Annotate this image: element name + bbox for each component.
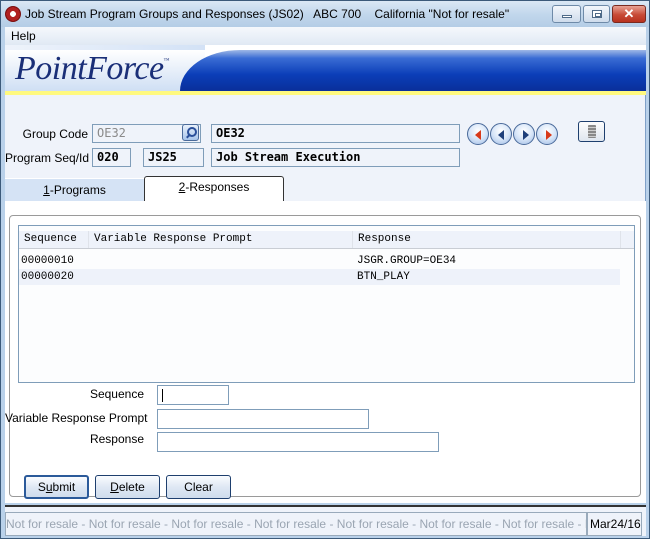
cell-sequence: 00000010	[21, 255, 74, 267]
pointforce-logo: PointForce™	[15, 50, 170, 88]
tab-responses[interactable]: 2-Responses	[144, 176, 284, 201]
tab-strip: 1-Programs 2-Responses	[5, 176, 646, 202]
maximize-button[interactable]	[583, 5, 610, 23]
cell-response: BTN_PLAY	[357, 271, 410, 283]
menu-bar: Help	[5, 27, 646, 45]
status-bar: Not for resale - Not for resale - Not fo…	[5, 505, 646, 536]
calculator-button[interactable]	[578, 121, 605, 142]
delete-label-post: elete	[118, 480, 145, 494]
cell-response: JSGR.GROUP=OE34	[357, 255, 457, 267]
submit-label-pre: S	[37, 480, 46, 494]
status-date: Mar24/16	[587, 512, 642, 536]
program-description: Job Stream Execution	[211, 148, 460, 167]
response-input[interactable]	[157, 432, 439, 452]
next-icon	[523, 130, 529, 140]
next-record-button[interactable]	[513, 123, 535, 145]
text-caret	[162, 389, 163, 402]
tab-programs-label: -Programs	[49, 183, 106, 197]
menu-help[interactable]: Help	[11, 29, 36, 43]
group-code-description: OE32	[211, 124, 460, 143]
last-record-button[interactable]	[536, 123, 558, 145]
tab-programs[interactable]: 1-Programs	[5, 178, 144, 202]
app-icon	[5, 6, 21, 22]
delete-button[interactable]: Delete	[95, 475, 160, 499]
brand-banner: PointForce™	[5, 45, 646, 95]
main-content: Group Code OE32 OE32 Program Seq/Id 020 …	[5, 95, 646, 503]
sequence-label: Sequence	[89, 387, 144, 401]
responses-grid[interactable]: Sequence Variable Response Prompt Respon…	[18, 225, 635, 383]
responses-panel: Sequence Variable Response Prompt Respon…	[5, 201, 646, 503]
banner-blue-swoosh	[180, 50, 646, 91]
first-record-button[interactable]	[467, 123, 489, 145]
lookup-search-icon[interactable]	[182, 124, 199, 141]
close-icon: ✕	[623, 6, 635, 21]
tab-programs-hotkey: 1	[43, 183, 50, 197]
clear-label: Clear	[184, 480, 213, 494]
logo-trademark: ™	[163, 58, 170, 64]
grid-header: Sequence Variable Response Prompt Respon…	[19, 231, 634, 249]
maximize-icon	[592, 10, 602, 18]
variable-response-prompt-label: Variable Response Prompt	[5, 411, 148, 425]
group-code-label: Group Code	[22, 127, 88, 141]
column-header-prompt[interactable]: Variable Response Prompt	[89, 231, 353, 248]
column-header-sequence[interactable]: Sequence	[19, 231, 89, 248]
table-row[interactable]: 00000020 BTN_PLAY	[19, 269, 620, 285]
delete-hotkey: D	[110, 480, 119, 494]
submit-label-post: bmit	[52, 480, 76, 494]
sequence-input[interactable]	[157, 385, 229, 405]
submit-button[interactable]: Submit	[24, 475, 89, 499]
tab-responses-label: -Responses	[185, 180, 250, 194]
program-seq-field[interactable]: 020	[92, 148, 131, 167]
cell-sequence: 00000020	[21, 271, 74, 283]
variable-response-prompt-input[interactable]	[157, 409, 369, 429]
previous-icon	[498, 130, 504, 140]
clear-button[interactable]: Clear	[166, 475, 231, 499]
first-icon	[475, 130, 481, 140]
close-button[interactable]: ✕	[612, 5, 646, 23]
previous-record-button[interactable]	[490, 123, 512, 145]
program-id-field[interactable]: JS25	[143, 148, 204, 167]
last-icon	[546, 130, 552, 140]
response-label: Response	[89, 432, 144, 446]
status-message: Not for resale - Not for resale - Not fo…	[5, 512, 587, 536]
window-title: Job Stream Program Groups and Responses …	[25, 7, 510, 21]
program-seq-id-label: Program Seq/Id	[5, 151, 90, 165]
table-row[interactable]: 00000010 JSGR.GROUP=OE34	[19, 253, 620, 269]
column-header-response[interactable]: Response	[353, 231, 621, 248]
minimize-icon	[562, 15, 572, 18]
logo-text: PointForce	[15, 50, 164, 87]
title-bar[interactable]: Job Stream Program Groups and Responses …	[1, 1, 649, 27]
submit-hotkey: u	[45, 480, 53, 494]
app-window: Job Stream Program Groups and Responses …	[0, 0, 650, 539]
minimize-button[interactable]	[552, 5, 581, 23]
